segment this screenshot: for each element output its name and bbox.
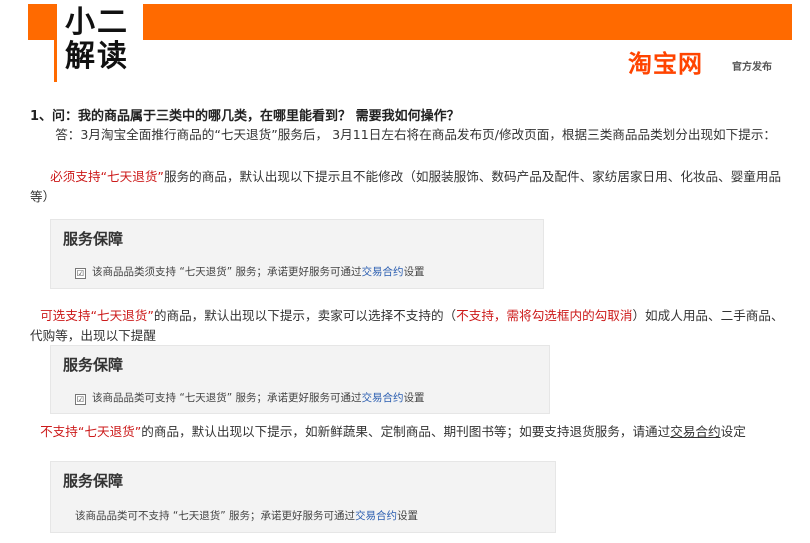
service-card-not-supported: 服务保障 该商品品类可不支持 “七天退货” 服务；承诺更好服务可通过交易合约设置 [50, 461, 556, 533]
logo-line-1: 小二 [65, 5, 129, 40]
answer-paragraph: 答：3月淘宝全面推行商品的“七天退货”服务后， 3月11日左右将在商品发布页/修… [55, 127, 777, 142]
page: 小二 解读 淘宝网 官方发布 1、问：我的商品属于三类中的哪几类，在哪里能看到？… [0, 0, 810, 543]
card-title: 服务保障 [63, 472, 124, 490]
logo-line-2: 解读 [65, 39, 129, 74]
official-release-label: 官方发布 [732, 62, 772, 73]
trade-contract-link[interactable]: 交易合约 [362, 266, 404, 278]
taobao-logo: 淘宝网 [628, 50, 703, 78]
section-not-supported: 不支持“七天退货”的商品，默认出现以下提示，如新鲜蔬果、定制商品、期刊图书等；如… [30, 422, 790, 442]
trade-contract-link[interactable]: 交易合约 [355, 510, 397, 522]
column-logo: 小二 解读 [54, 4, 143, 82]
card-title: 服务保障 [63, 230, 124, 248]
trade-contract-link[interactable]: 交易合约 [362, 392, 404, 404]
card-text: 该商品品类可不支持 “七天退货” 服务；承诺更好服务可通过 [75, 510, 356, 522]
service-card-optional: 服务保障 ☑ 该商品品类可支持 “七天退货” 服务；承诺更好服务可通过交易合约设置 [50, 345, 550, 414]
not-supported-text: 的商品，默认出现以下提示，如新鲜蔬果、定制商品、期刊图书等；如要支持退货服务，请… [141, 424, 671, 439]
card-row: 该商品品类可不支持 “七天退货” 服务；承诺更好服务可通过交易合约设置 [75, 508, 418, 523]
optional-support-label: 可选支持“七天退货” [40, 308, 154, 323]
card-text: 该商品品类可支持 “七天退货” 服务；承诺更好服务可通过 [92, 392, 362, 404]
trade-contract-link[interactable]: 交易合约 [670, 424, 720, 439]
not-supported-suffix: 设定 [720, 424, 746, 439]
must-support-label: 必须支持“七天退货” [50, 169, 164, 184]
question-heading: 1、问：我的商品属于三类中的哪几类，在哪里能看到？ 需要我如何操作？ [30, 109, 460, 124]
card-suffix: 设置 [403, 392, 425, 404]
card-row: ☑ 该商品品类须支持 “七天退货” 服务；承诺更好服务可通过交易合约设置 [75, 264, 425, 279]
service-card-must: 服务保障 ☑ 该商品品类须支持 “七天退货” 服务；承诺更好服务可通过交易合约设置 [50, 219, 544, 289]
card-text: 该商品品类须支持 “七天退货” 服务；承诺更好服务可通过 [92, 266, 362, 278]
not-supported-label: 不支持“七天退货” [40, 424, 142, 439]
section-must-support: 必须支持“七天退货”服务的商品，默认出现以下提示且不能修改（如服装服饰、数码产品… [30, 167, 790, 207]
card-row: ☑ 该商品品类可支持 “七天退货” 服务；承诺更好服务可通过交易合约设置 [75, 390, 425, 405]
card-suffix: 设置 [397, 510, 419, 522]
optional-support-note: 不支持，需将勾选框内的勾取消 [456, 308, 633, 323]
checkbox-checked-icon[interactable]: ☑ [75, 268, 86, 279]
optional-support-text: 的商品，默认出现以下提示，卖家可以选择不支持的（ [153, 308, 457, 323]
card-suffix: 设置 [403, 266, 425, 278]
card-title: 服务保障 [63, 356, 124, 374]
section-optional-support: 可选支持“七天退货”的商品，默认出现以下提示，卖家可以选择不支持的（不支持，需将… [30, 306, 790, 346]
checkbox-checked-icon[interactable]: ☑ [75, 394, 86, 405]
